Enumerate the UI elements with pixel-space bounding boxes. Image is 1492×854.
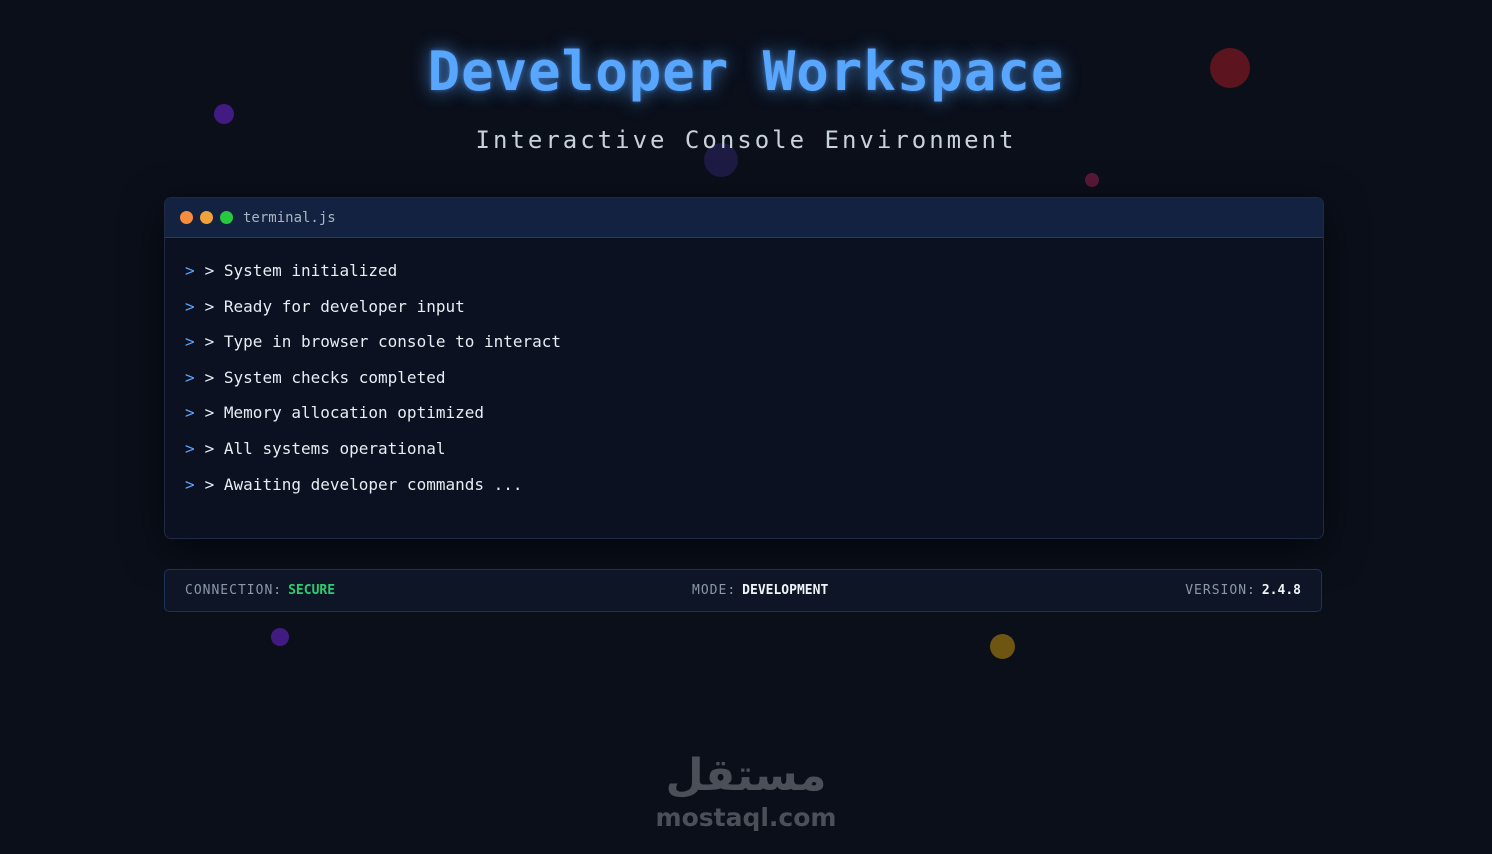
page-subtitle: Interactive Console Environment <box>475 126 1017 154</box>
close-window-icon[interactable] <box>180 211 193 224</box>
terminal-line-text: > Ready for developer input <box>204 296 465 316</box>
terminal-line: > > System initialized <box>185 259 1323 295</box>
minimize-window-icon[interactable] <box>200 211 213 224</box>
prompt-chevron-icon: > <box>185 438 195 458</box>
terminal-line: > > All systems operational <box>185 437 1323 473</box>
terminal-line-text: > All systems operational <box>204 438 446 458</box>
status-version-value: 2.4.8 <box>1261 583 1301 598</box>
status-mode-value: DEVELOPMENT <box>742 583 829 598</box>
terminal-filename: terminal.js <box>243 209 336 226</box>
terminal-window: terminal.js > > System initialized > > Rea… <box>164 197 1324 539</box>
prompt-chevron-icon: > <box>185 474 195 494</box>
status-bar: CONNECTION: SECURE MODE: DEVELOPMENT VERSI… <box>164 569 1322 612</box>
status-connection-value: SECURE <box>288 583 336 598</box>
prompt-chevron-icon: > <box>185 403 195 423</box>
status-mode: MODE: DEVELOPMENT <box>692 583 828 598</box>
terminal-line-text: > Memory allocation optimized <box>204 403 484 423</box>
terminal-line-text: > Type in browser console to interact <box>204 332 562 352</box>
status-connection-label: CONNECTION: <box>185 583 283 598</box>
terminal-line: > > System checks completed <box>185 366 1323 402</box>
prompt-chevron-icon: > <box>185 332 195 352</box>
terminal-line-text: > System checks completed <box>204 367 446 387</box>
decorative-orb <box>214 104 234 124</box>
status-connection: CONNECTION: SECURE <box>185 583 335 598</box>
decorative-orb <box>271 628 289 646</box>
prompt-chevron-icon: > <box>185 296 195 316</box>
watermark-arabic: مستقل <box>665 750 827 801</box>
status-version-label: VERSION: <box>1185 583 1256 598</box>
terminal-title-bar: terminal.js <box>165 198 1323 238</box>
watermark-latin: mostaql.com <box>655 803 837 832</box>
terminal-line: > > Awaiting developer commands ... <box>185 473 1323 509</box>
terminal-line-text: > System initialized <box>204 261 398 280</box>
page-title: Developer Workspace <box>427 40 1065 103</box>
status-mode-label: MODE: <box>692 583 737 598</box>
terminal-line: > > Memory allocation optimized <box>185 401 1323 437</box>
terminal-line: > > Ready for developer input <box>185 295 1323 331</box>
prompt-chevron-icon: > <box>185 261 195 280</box>
decorative-orb <box>1085 173 1099 187</box>
decorative-orb <box>990 634 1015 659</box>
status-version: VERSION: 2.4.8 <box>1185 583 1301 598</box>
prompt-chevron-icon: > <box>185 367 195 387</box>
terminal-line-text: > Awaiting developer commands ... <box>204 474 523 494</box>
maximize-window-icon[interactable] <box>220 211 233 224</box>
terminal-output: > > System initialized > > Ready for devel… <box>165 238 1323 508</box>
watermark-logo: مستقل mostaql.com <box>640 748 852 832</box>
terminal-line: > > Type in browser console to interact <box>185 330 1323 366</box>
